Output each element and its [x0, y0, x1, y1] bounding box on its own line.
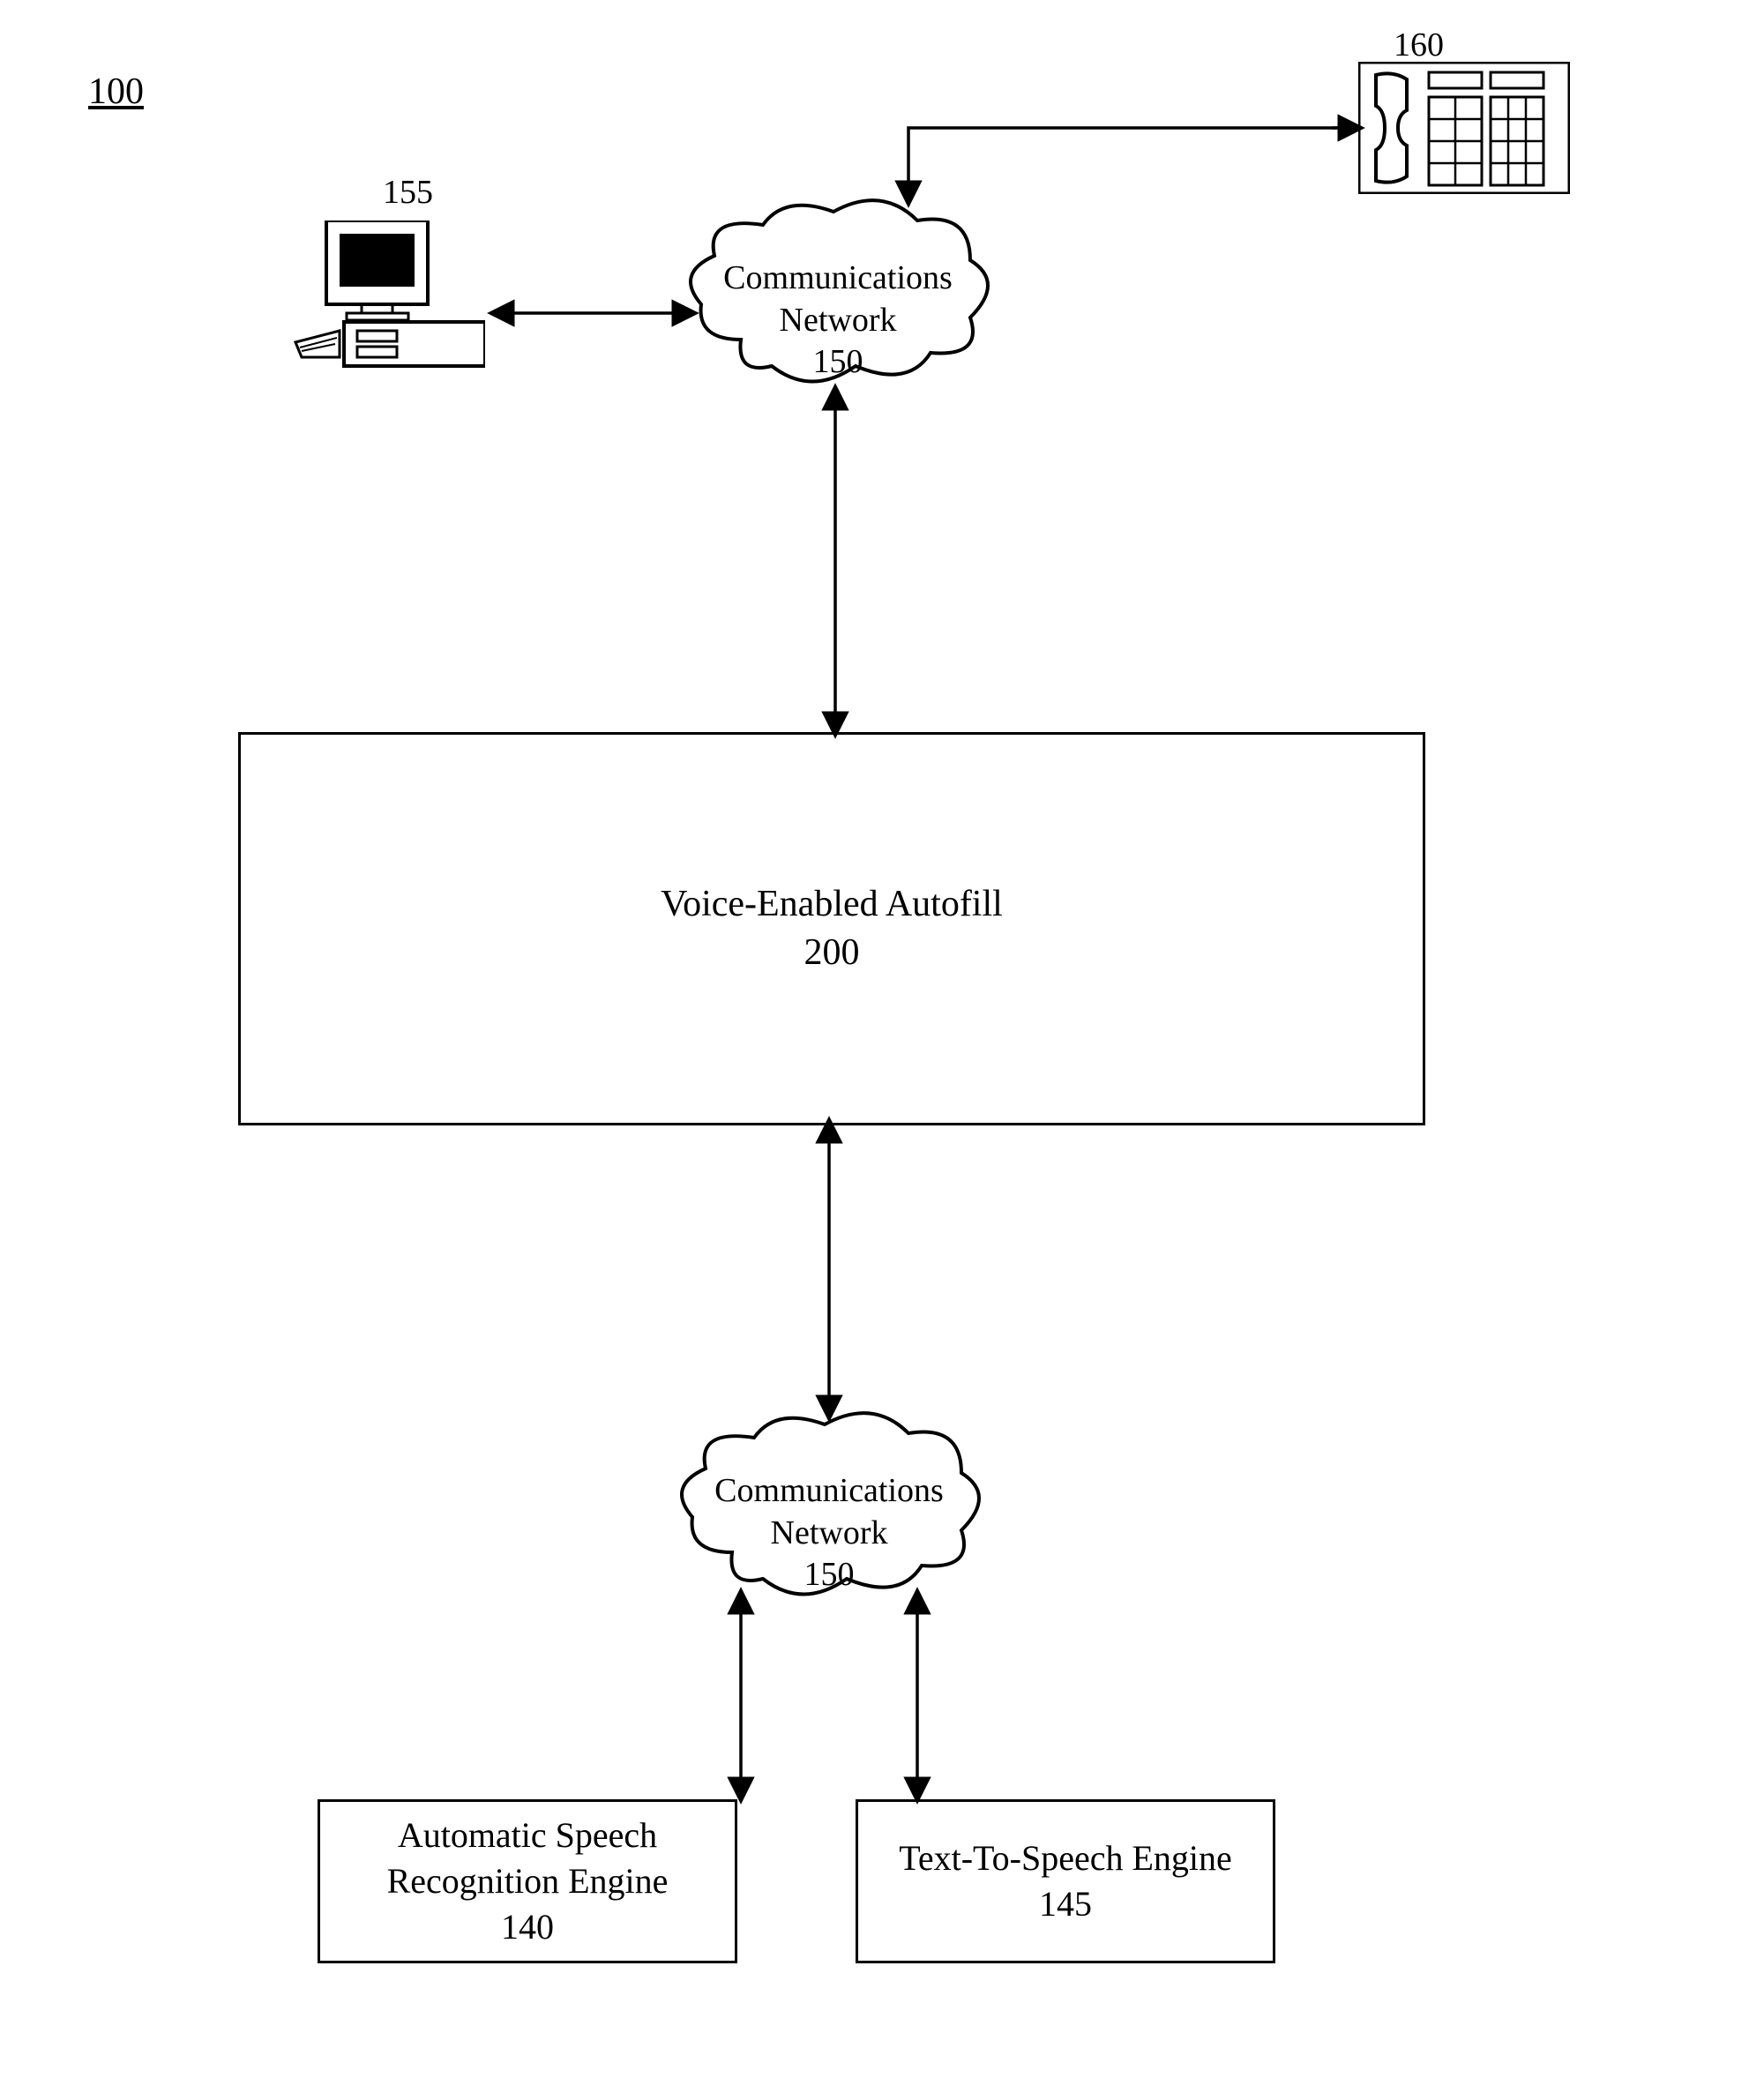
box-tts-line1: Text-To-Speech Engine [899, 1835, 1232, 1881]
cloud-bottom-line2: Network [670, 1512, 988, 1554]
cloud-bottom-ref: 150 [670, 1554, 988, 1596]
cloud-top-ref: 150 [679, 341, 997, 384]
cloud-top: Communications Network 150 [679, 190, 997, 401]
diagram-canvas: 100 155 160 [0, 0, 1764, 2078]
box-autofill-ref: 200 [661, 929, 1003, 977]
cloud-top-line1: Communications [679, 258, 997, 300]
box-asr-ref: 140 [387, 1904, 669, 1950]
box-tts: Text-To-Speech Engine 145 [856, 1799, 1275, 1963]
box-tts-ref: 145 [899, 1881, 1232, 1927]
cloud-bottom-line1: Communications [670, 1470, 988, 1513]
figure-number: 100 [88, 71, 144, 113]
box-asr-line2: Recognition Engine [387, 1858, 669, 1904]
box-autofill-title: Voice-Enabled Autofill [661, 880, 1003, 929]
computer-ref-label: 155 [383, 172, 433, 214]
phone-icon [1358, 62, 1570, 194]
phone-ref-label: 160 [1394, 25, 1444, 67]
cloud-top-line2: Network [679, 299, 997, 341]
cloud-bottom: Communications Network 150 [670, 1402, 988, 1614]
computer-icon [291, 221, 485, 370]
box-autofill: Voice-Enabled Autofill 200 [238, 732, 1425, 1125]
box-asr-line1: Automatic Speech [387, 1813, 669, 1858]
box-asr: Automatic Speech Recognition Engine 140 [318, 1799, 737, 1963]
